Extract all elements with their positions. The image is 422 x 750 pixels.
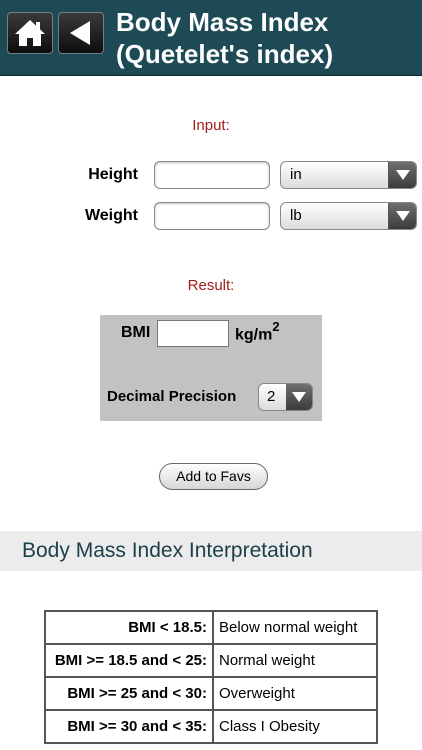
decimal-precision-select[interactable]: 2	[258, 383, 313, 411]
page-title-line2: (Quetelet's index)	[116, 39, 334, 69]
height-unit-value: in	[290, 166, 302, 183]
interpretation-title: Body Mass Index Interpretation	[22, 539, 313, 562]
page-title-line1: Body Mass Index	[116, 7, 329, 37]
bmi-label: BMI	[121, 324, 151, 341]
back-button[interactable]	[58, 12, 104, 54]
bmi-meaning-cell: Class I Obesity	[212, 709, 378, 744]
add-to-favs-button[interactable]: Add to Favs	[159, 463, 268, 490]
bmi-unit: kg/m2	[235, 319, 280, 344]
table-row: BMI >= 18.5 and < 25: Normal weight	[44, 643, 378, 678]
height-unit-select[interactable]: in	[280, 161, 417, 189]
table-row: BMI >= 30 and < 35: Class I Obesity	[44, 709, 378, 744]
weight-unit-value: lb	[290, 207, 302, 224]
table-row: BMI >= 25 and < 30: Overweight	[44, 676, 378, 711]
chevron-down-icon	[286, 384, 312, 410]
bmi-range-cell: BMI >= 30 and < 35:	[44, 709, 214, 744]
page-title: Body Mass Index (Quetelet's index)	[116, 6, 416, 70]
bmi-range-cell: BMI >= 18.5 and < 25:	[44, 643, 214, 678]
interpretation-table: BMI < 18.5: Below normal weight BMI >= 1…	[44, 610, 378, 744]
weight-unit-select[interactable]: lb	[280, 202, 417, 230]
table-row: BMI < 18.5: Below normal weight	[44, 610, 378, 645]
result-panel: BMI kg/m2 Decimal Precision 2	[100, 315, 322, 421]
home-button[interactable]	[7, 12, 53, 54]
bmi-range-cell: BMI >= 25 and < 30:	[44, 676, 214, 711]
decimal-precision-value: 2	[267, 388, 276, 405]
decimal-precision-label: Decimal Precision	[107, 388, 237, 405]
back-arrow-icon	[70, 21, 90, 45]
chevron-down-icon	[388, 203, 416, 229]
bmi-meaning-cell: Normal weight	[212, 643, 378, 678]
height-input[interactable]	[154, 161, 270, 189]
chevron-down-icon	[388, 162, 416, 188]
bmi-unit-text: kg/m	[235, 326, 273, 344]
bmi-unit-exponent: 2	[272, 319, 280, 334]
weight-label: Weight	[84, 207, 138, 224]
bmi-range-cell: BMI < 18.5:	[44, 610, 214, 645]
home-icon	[15, 20, 45, 46]
bmi-output-field[interactable]	[157, 320, 229, 347]
app-header: Body Mass Index (Quetelet's index)	[0, 0, 422, 76]
interpretation-header: Body Mass Index Interpretation	[0, 531, 422, 571]
bmi-meaning-cell: Overweight	[212, 676, 378, 711]
weight-input[interactable]	[154, 202, 270, 230]
bmi-meaning-cell: Below normal weight	[212, 610, 378, 645]
input-section-label: Input:	[192, 117, 230, 134]
result-section-label: Result:	[187, 277, 235, 294]
height-label: Height	[88, 166, 138, 183]
